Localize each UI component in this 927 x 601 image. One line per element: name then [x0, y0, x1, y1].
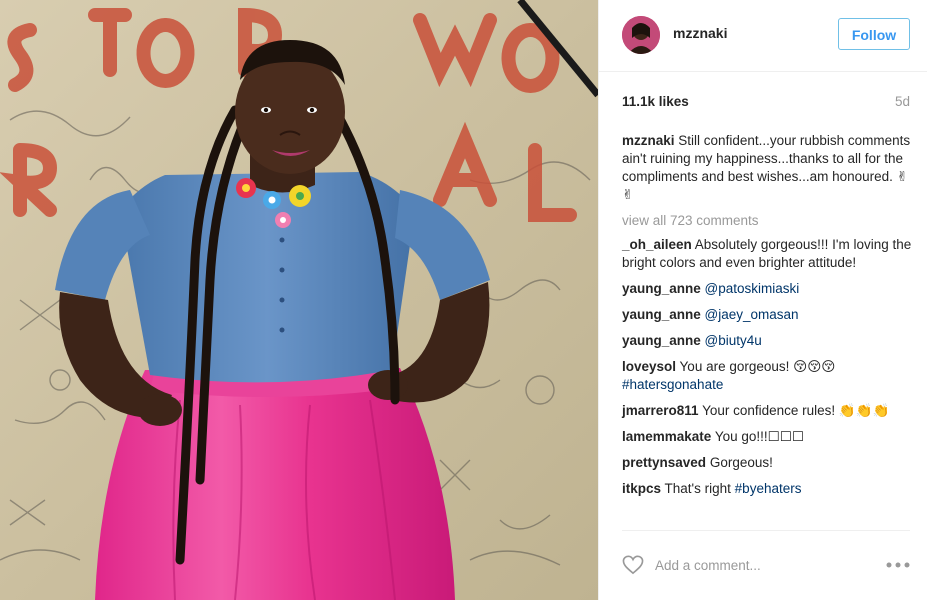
comments-list: mzznaki Still confident...your rubbish c…: [622, 132, 914, 506]
comment-item: lamemmakate You go!!!☐☐☐: [622, 428, 914, 446]
comment-text: That's right: [664, 481, 731, 496]
caption: mzznaki Still confident...your rubbish c…: [622, 132, 914, 204]
post-header: mzznaki Follow: [599, 0, 927, 72]
comment-item: yaung_anne @biuty4u: [622, 332, 914, 350]
comment-username[interactable]: yaung_anne: [622, 333, 701, 348]
comment-username[interactable]: yaung_anne: [622, 307, 701, 322]
comment-item: jmarrero811 Your confidence rules! 👏👏👏: [622, 402, 914, 420]
comment-item: prettynsaved Gorgeous!: [622, 454, 914, 472]
comment-text: Gorgeous!: [709, 455, 773, 470]
comment-username[interactable]: loveysol: [622, 359, 676, 374]
comment-mention[interactable]: @biuty4u: [705, 333, 762, 348]
heart-outline-icon[interactable]: [622, 555, 644, 575]
comment-text: You are gorgeous! 😚😚😚: [679, 359, 836, 374]
comment-username[interactable]: lamemmakate: [622, 429, 711, 444]
comment-username[interactable]: itkpcs: [622, 481, 661, 496]
comment-item: itkpcs That's right #byehaters: [622, 480, 914, 498]
caption-username[interactable]: mzznaki: [622, 133, 675, 148]
comment-mention[interactable]: @jaey_omasan: [705, 307, 799, 322]
comment-hashtag[interactable]: #hatersgonahate: [622, 377, 723, 392]
header-username[interactable]: mzznaki: [673, 25, 727, 41]
post-photo[interactable]: [0, 0, 598, 600]
post-footer: [622, 530, 910, 601]
comment-username[interactable]: _oh_aileen: [622, 237, 692, 252]
avatar-image: [622, 16, 660, 54]
post-image: [0, 0, 598, 600]
comment-username[interactable]: prettynsaved: [622, 455, 706, 470]
add-comment-input[interactable]: [655, 555, 875, 575]
follow-button[interactable]: Follow: [838, 18, 910, 50]
instagram-post: mzznaki Follow 11.1k likes 5d mzznaki St…: [0, 0, 927, 600]
post-side-panel: mzznaki Follow 11.1k likes 5d mzznaki St…: [598, 0, 927, 600]
comment-item: loveysol You are gorgeous! 😚😚😚 #hatersgo…: [622, 358, 914, 394]
avatar[interactable]: [622, 16, 660, 54]
view-all-comments-link[interactable]: view all 723 comments: [622, 212, 914, 230]
comment-item: yaung_anne @patoskimiaski: [622, 280, 914, 298]
comment-text: You go!!!☐☐☐: [714, 429, 804, 444]
comment-hashtag[interactable]: #byehaters: [735, 481, 802, 496]
comment-mention[interactable]: @patoskimiaski: [705, 281, 800, 296]
likes-count[interactable]: 11.1k likes: [622, 94, 689, 109]
post-time[interactable]: 5d: [895, 94, 910, 109]
ellipsis-icon[interactable]: [886, 562, 910, 568]
comment-item: yaung_anne @jaey_omasan: [622, 306, 914, 324]
comment-username[interactable]: yaung_anne: [622, 281, 701, 296]
comment-username[interactable]: jmarrero811: [622, 403, 699, 418]
comment-item: _oh_aileen Absolutely gorgeous!!! I'm lo…: [622, 236, 914, 272]
likes-row: 11.1k likes 5d: [622, 94, 910, 112]
comment-text: Your confidence rules! 👏👏👏: [702, 403, 890, 418]
